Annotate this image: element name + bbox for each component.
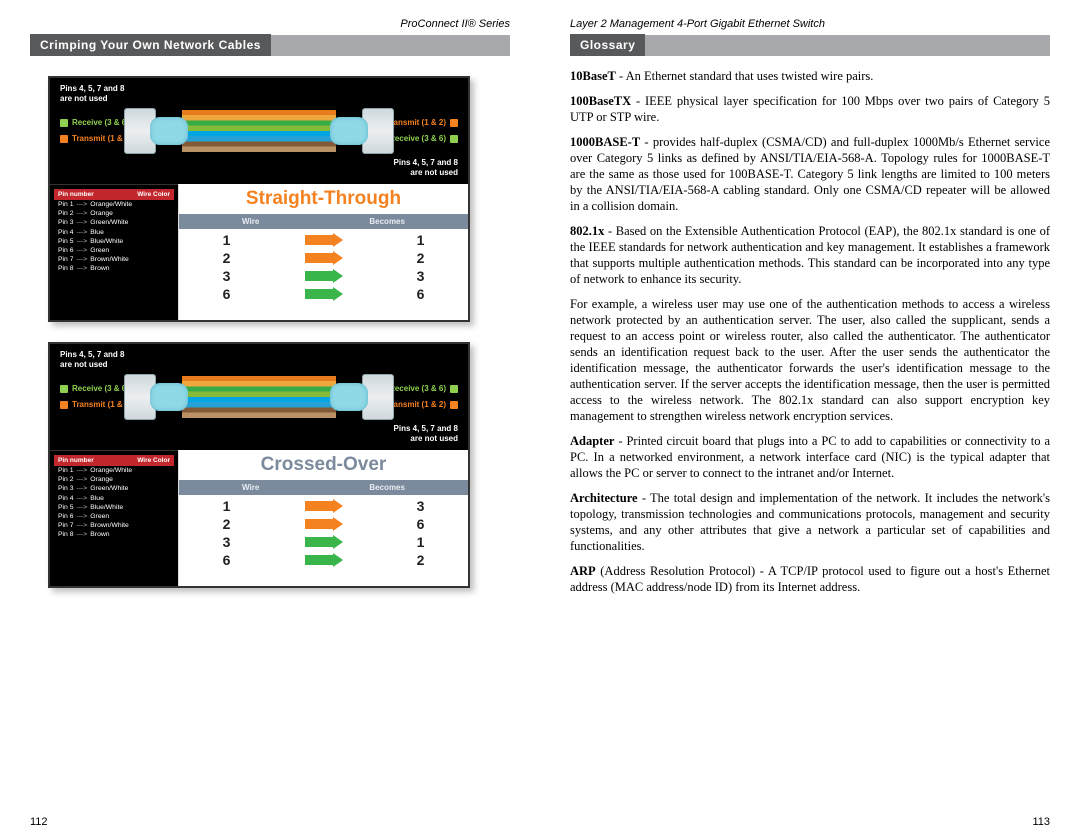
- right-page-number: 113: [1032, 816, 1050, 828]
- glossary-entry: ARP (Address Resolution Protocol) - A TC…: [570, 563, 1050, 595]
- glossary-entry: 100BaseTX - IEEE physical layer specific…: [570, 93, 1050, 125]
- glossary-entry: For example, a wireless user may use one…: [570, 296, 1050, 424]
- left-section-bar: Crimping Your Own Network Cables: [30, 34, 510, 56]
- glossary-entry: 802.1x - Based on the Extensible Authent…: [570, 223, 1050, 287]
- left-page: ProConnect II® Series Crimping Your Own …: [0, 0, 540, 834]
- glossary-entry: 10BaseT - An Ethernet standard that uses…: [570, 68, 1050, 84]
- glossary-body: 10BaseT - An Ethernet standard that uses…: [570, 68, 1050, 604]
- glossary-entry: Architecture - The total design and impl…: [570, 490, 1050, 554]
- cable-diagram: Pins 4, 5, 7 and 8are not usedPins 4, 5,…: [48, 76, 470, 322]
- diagram-area: Pins 4, 5, 7 and 8are not usedPins 4, 5,…: [30, 68, 510, 608]
- glossary-entry: Adapter - Printed circuit board that plu…: [570, 433, 1050, 481]
- cable-diagram: Pins 4, 5, 7 and 8are not usedPins 4, 5,…: [48, 342, 470, 588]
- right-page: Layer 2 Management 4-Port Gigabit Ethern…: [540, 0, 1080, 834]
- right-section-title: Glossary: [570, 34, 645, 56]
- left-section-title: Crimping Your Own Network Cables: [30, 34, 271, 56]
- left-page-number: 112: [30, 816, 48, 828]
- right-section-bar: Glossary: [570, 34, 1050, 56]
- left-page-header: ProConnect II® Series: [30, 18, 510, 30]
- right-bar-extension: [645, 35, 1050, 56]
- left-bar-extension: [271, 35, 510, 56]
- right-page-header: Layer 2 Management 4-Port Gigabit Ethern…: [570, 18, 1050, 30]
- glossary-entry: 1000BASE-T - provides half-duplex (CSMA/…: [570, 134, 1050, 214]
